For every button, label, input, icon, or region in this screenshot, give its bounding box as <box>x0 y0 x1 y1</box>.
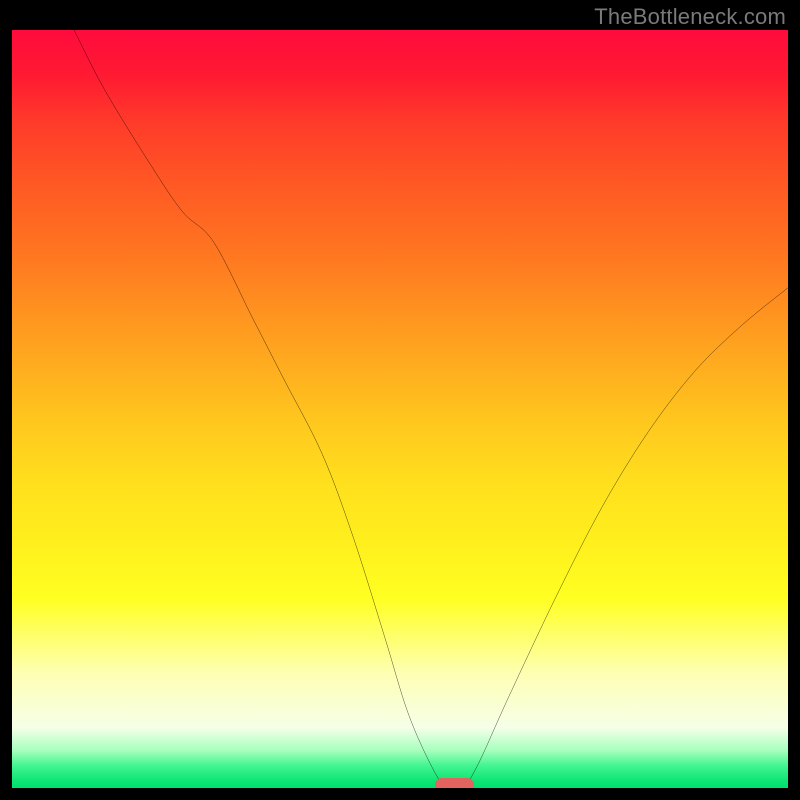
attribution-label: TheBottleneck.com <box>594 4 786 30</box>
plot-area <box>12 30 788 788</box>
chart-frame: TheBottleneck.com <box>0 0 800 800</box>
minimum-marker <box>435 778 474 788</box>
bottleneck-curve <box>12 30 788 788</box>
